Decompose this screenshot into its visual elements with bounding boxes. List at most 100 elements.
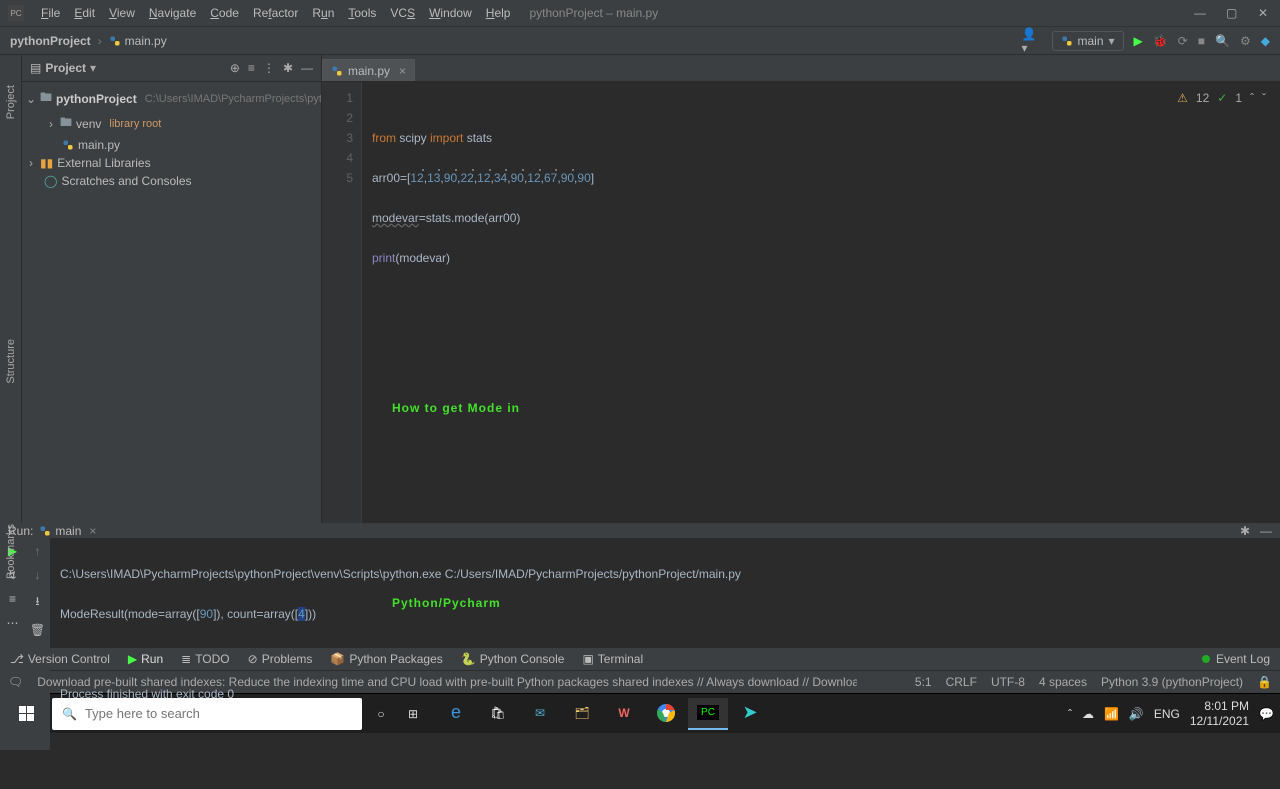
- run-tab[interactable]: main ×: [39, 524, 96, 538]
- tree-root[interactable]: ⌄ 🖿 pythonProject C:\Users\IMAD\PycharmP…: [22, 86, 321, 111]
- settings-icon[interactable]: ✱: [283, 61, 293, 75]
- more-icon[interactable]: ⋯: [7, 616, 19, 630]
- breadcrumb[interactable]: pythonProject › main.py: [10, 34, 167, 48]
- menu-edit[interactable]: Edit: [67, 6, 102, 20]
- minimize-icon[interactable]: —: [1194, 6, 1208, 20]
- editor-tab-main[interactable]: main.py ×: [322, 59, 415, 81]
- tw-problems[interactable]: ⊘Problems: [248, 652, 313, 666]
- language-indicator[interactable]: ENG: [1154, 707, 1180, 721]
- expander-closed-icon[interactable]: ›: [46, 117, 56, 131]
- tw-run[interactable]: ▶Run: [128, 652, 163, 666]
- tw-version-control[interactable]: ⎇Version Control: [10, 652, 110, 666]
- maximize-icon[interactable]: ▢: [1226, 6, 1240, 20]
- encoding[interactable]: UTF-8: [991, 675, 1025, 689]
- play-icon: ▶: [128, 652, 137, 666]
- down-icon[interactable]: ↓: [35, 568, 41, 582]
- tab-label: main.py: [348, 64, 390, 78]
- search-input[interactable]: [85, 706, 352, 721]
- project-panel-header: ▤ Project ▾ ⊕ ≡ ⋮ ✱ —: [22, 55, 321, 82]
- search-icon: 🔍: [62, 707, 77, 721]
- tray-expand-icon[interactable]: ˆ: [1068, 707, 1072, 721]
- tree-venv[interactable]: › 🖿 venv library root: [22, 111, 321, 136]
- chevron-down-icon[interactable]: ▾: [90, 61, 96, 75]
- nav-down-icon[interactable]: ˇ: [1262, 88, 1266, 108]
- hide-icon[interactable]: —: [301, 61, 313, 75]
- caret-pos[interactable]: 5:1: [915, 675, 932, 689]
- stripe-project[interactable]: Project: [5, 85, 17, 119]
- lock-icon[interactable]: 🔒: [1257, 675, 1272, 689]
- expand-icon[interactable]: ≡: [248, 61, 255, 75]
- ext-lib-label: External Libraries: [57, 156, 150, 170]
- project-panel-title[interactable]: Project: [45, 61, 86, 75]
- python-icon: [1061, 35, 1073, 47]
- stripe-structure[interactable]: Structure: [5, 339, 17, 384]
- indent[interactable]: 4 spaces: [1039, 675, 1087, 689]
- check-icon: ✓: [1217, 88, 1227, 108]
- menu-code[interactable]: Code: [203, 6, 246, 20]
- nav-up-icon[interactable]: ˆ: [1250, 88, 1254, 108]
- expander-closed-icon[interactable]: ›: [26, 156, 36, 170]
- coverage-icon[interactable]: ⟳: [1178, 34, 1188, 48]
- line-ending[interactable]: CRLF: [946, 675, 977, 689]
- wifi-icon[interactable]: 📶: [1104, 707, 1119, 721]
- close-tab-icon[interactable]: ×: [89, 524, 96, 538]
- inspection-badges[interactable]: ⚠12 ✓1 ˆ ˇ: [1177, 88, 1266, 108]
- file-name: main.py: [78, 138, 120, 152]
- notifications-icon[interactable]: 💬: [1259, 707, 1274, 721]
- close-tab-icon[interactable]: ×: [399, 64, 406, 78]
- assist-icon[interactable]: ◆: [1261, 34, 1270, 48]
- tw-todo[interactable]: ≣TODO: [181, 652, 230, 666]
- gear-icon[interactable]: ✱: [1240, 524, 1250, 538]
- volume-icon[interactable]: 🔊: [1129, 707, 1144, 721]
- project-view-icon: ▤: [30, 61, 41, 75]
- tree-ext-lib[interactable]: › ▮▮ External Libraries: [22, 154, 321, 172]
- tree-scratches[interactable]: ◯ Scratches and Consoles: [22, 172, 321, 190]
- overlay-line1: How to get Mode in: [392, 400, 798, 416]
- menu-help[interactable]: Help: [479, 6, 518, 20]
- run-button[interactable]: ▶: [1134, 34, 1143, 48]
- run-config-select[interactable]: main ▾: [1052, 31, 1124, 51]
- collapse-icon[interactable]: ⋮: [263, 61, 275, 75]
- menu-navigate[interactable]: Navigate: [142, 6, 203, 20]
- project-tree[interactable]: ⌄ 🖿 pythonProject C:\Users\IMAD\PycharmP…: [22, 82, 321, 194]
- stripe-bookmarks[interactable]: Bookmarks: [5, 524, 17, 579]
- up-icon[interactable]: ↑: [35, 544, 41, 558]
- trash-icon[interactable]: 🗑: [30, 623, 45, 637]
- taskbar-search[interactable]: 🔍: [52, 698, 362, 730]
- user-icon[interactable]: 👤▾: [1022, 27, 1042, 55]
- menu-run[interactable]: Run: [305, 6, 341, 20]
- code-text[interactable]: ⚠12 ✓1 ˆ ˇ from scipy import stats arr00…: [362, 82, 1280, 523]
- stop-button[interactable]: ■: [1198, 34, 1205, 48]
- gear-icon[interactable]: ⚙: [1240, 34, 1251, 48]
- cortana-icon[interactable]: ○: [368, 698, 394, 730]
- tw-event-log[interactable]: Event Log: [1202, 652, 1270, 666]
- app-icon: PC: [8, 5, 24, 21]
- debug-button[interactable]: 🐞: [1153, 34, 1168, 48]
- menu-tools[interactable]: Tools: [341, 6, 383, 20]
- branch-icon: ⎇: [10, 652, 24, 666]
- tree-file-main[interactable]: main.py: [22, 136, 321, 154]
- locate-icon[interactable]: ⊕: [230, 61, 240, 75]
- expander-open-icon[interactable]: ⌄: [26, 92, 36, 106]
- onedrive-icon[interactable]: ☁: [1082, 707, 1094, 721]
- start-button[interactable]: [6, 698, 46, 730]
- clock[interactable]: 8:01 PM 12/11/2021: [1190, 699, 1249, 728]
- menu-file[interactable]: File: [34, 6, 67, 20]
- menu-view[interactable]: View: [102, 6, 142, 20]
- interpreter[interactable]: Python 3.9 (pythonProject): [1101, 675, 1243, 689]
- status-notification-icon[interactable]: 🗨: [8, 675, 23, 689]
- menu-window[interactable]: Window: [422, 6, 479, 20]
- hide-icon[interactable]: —: [1260, 524, 1272, 538]
- menu-refactor[interactable]: Refactor: [246, 6, 305, 20]
- breadcrumb-file[interactable]: main.py: [125, 34, 167, 48]
- code-area[interactable]: 12345 ⚠12 ✓1 ˆ ˇ from scipy import stats…: [322, 82, 1280, 523]
- close-icon[interactable]: ✕: [1258, 6, 1272, 20]
- ok-count: 1: [1235, 88, 1242, 108]
- filter-icon[interactable]: ⭳: [35, 592, 39, 613]
- search-icon[interactable]: 🔍: [1215, 34, 1230, 48]
- wrap-icon[interactable]: ≡: [9, 592, 16, 606]
- menu-vcs[interactable]: VCS: [383, 6, 422, 20]
- editor-tabs: main.py ×: [322, 55, 1280, 82]
- notification-dot-icon: [1202, 655, 1210, 663]
- breadcrumb-project[interactable]: pythonProject: [10, 34, 91, 48]
